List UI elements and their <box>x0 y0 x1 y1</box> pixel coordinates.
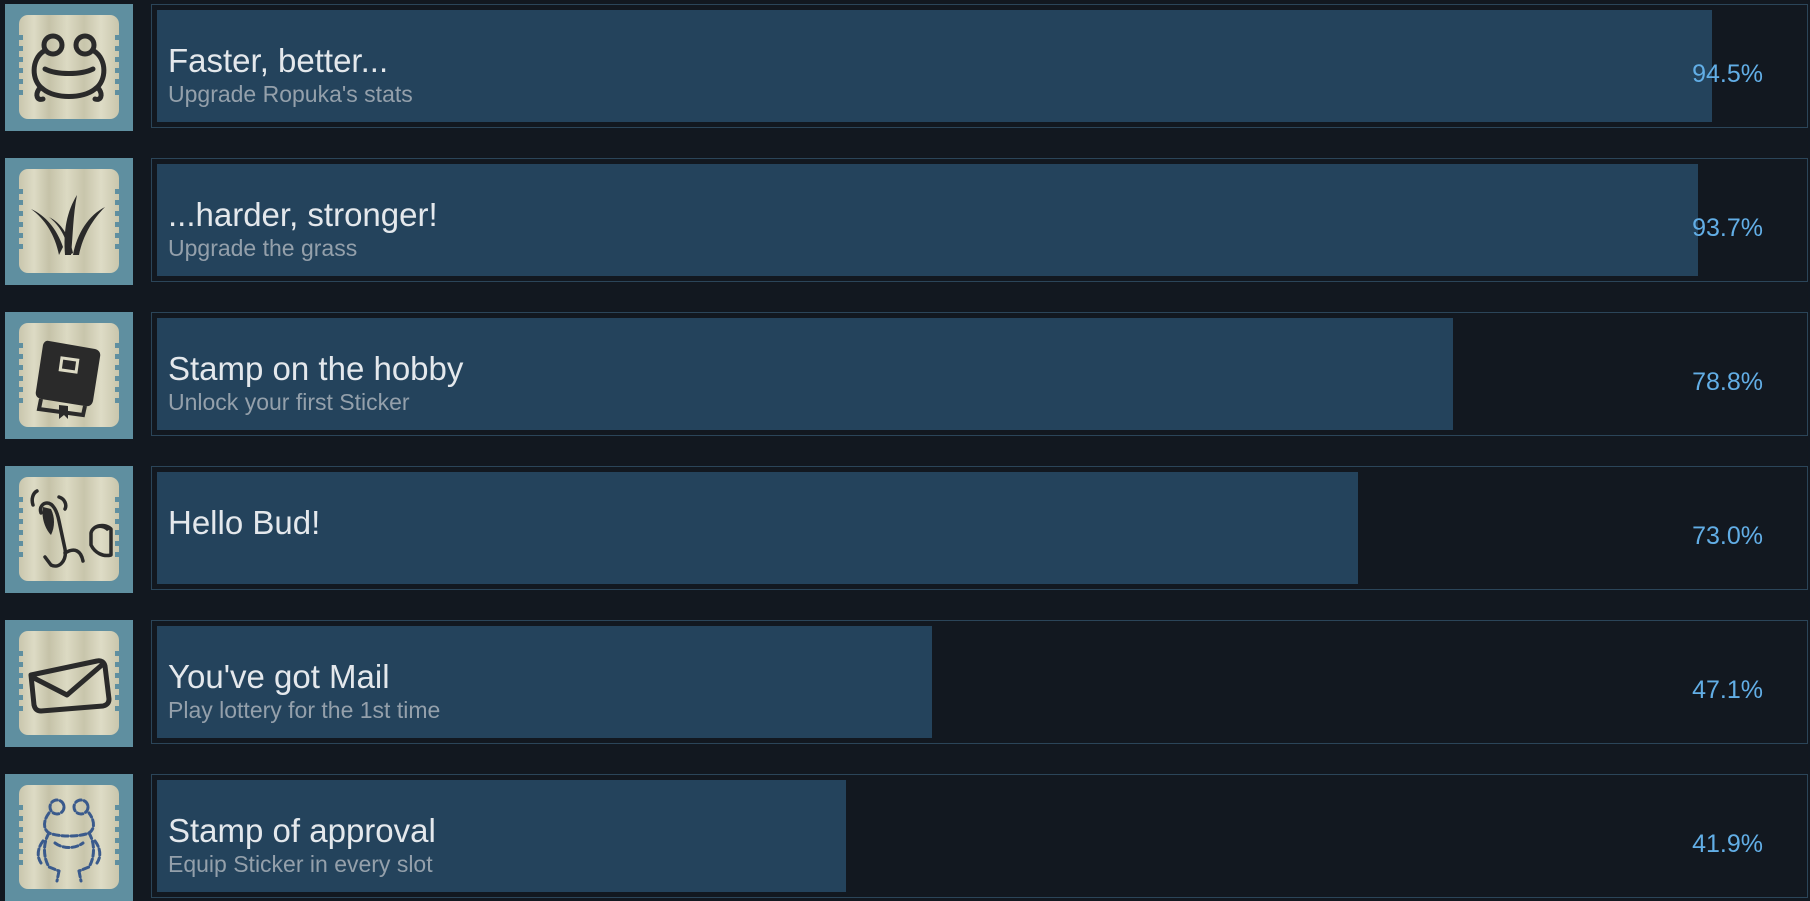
achievement-description: Upgrade the grass <box>168 235 358 261</box>
achievement-percent: 73.0% <box>1692 522 1763 550</box>
frog-figure-icon <box>5 774 133 901</box>
achievement-card[interactable]: Stamp on the hobby Unlock your first Sti… <box>151 312 1808 436</box>
achievement-description: Play lottery for the 1st time <box>168 697 441 723</box>
envelope-icon <box>5 620 133 747</box>
achievement-percent: 93.7% <box>1692 214 1763 242</box>
achievement-description: Upgrade Ropuka's stats <box>168 81 413 107</box>
achievement-card[interactable]: Faster, better... Upgrade Ropuka's stats… <box>151 4 1808 128</box>
achievement-title: Stamp on the hobby <box>168 350 464 387</box>
achievement-description: Equip Sticker in every slot <box>168 851 433 877</box>
achievement-percent: 41.9% <box>1692 830 1763 858</box>
frog-head-icon <box>5 4 133 131</box>
achievement-row: Hello Bud! 73.0% <box>0 462 1810 593</box>
achievement-row: ...harder, stronger! Upgrade the grass 9… <box>0 154 1810 285</box>
achievement-row: You've got Mail Play lottery for the 1st… <box>0 616 1810 747</box>
grass-icon <box>5 158 133 285</box>
waving-hand-frog-icon <box>5 466 133 593</box>
achievement-list: Faster, better... Upgrade Ropuka's stats… <box>0 0 1810 901</box>
achievement-title: You've got Mail <box>168 658 390 695</box>
achievement-percent: 47.1% <box>1692 676 1763 704</box>
achievement-percent: 78.8% <box>1692 368 1763 396</box>
achievement-title: Stamp of approval <box>168 812 436 849</box>
achievement-title: Hello Bud! <box>168 504 321 541</box>
achievement-card[interactable]: Stamp of approval Equip Sticker in every… <box>151 774 1808 898</box>
achievement-card[interactable]: Hello Bud! 73.0% <box>151 466 1808 590</box>
achievement-title: ...harder, stronger! <box>168 196 438 233</box>
achievement-card[interactable]: You've got Mail Play lottery for the 1st… <box>151 620 1808 744</box>
achievement-card[interactable]: ...harder, stronger! Upgrade the grass 9… <box>151 158 1808 282</box>
progress-bar <box>157 472 1358 584</box>
achievement-title: Faster, better... <box>168 42 389 79</box>
achievement-percent: 94.5% <box>1692 60 1763 88</box>
book-icon <box>5 312 133 439</box>
achievement-row: Faster, better... Upgrade Ropuka's stats… <box>0 0 1810 131</box>
achievement-row: Stamp of approval Equip Sticker in every… <box>0 770 1810 901</box>
achievement-description: Unlock your first Sticker <box>168 389 410 415</box>
achievement-row: Stamp on the hobby Unlock your first Sti… <box>0 308 1810 439</box>
